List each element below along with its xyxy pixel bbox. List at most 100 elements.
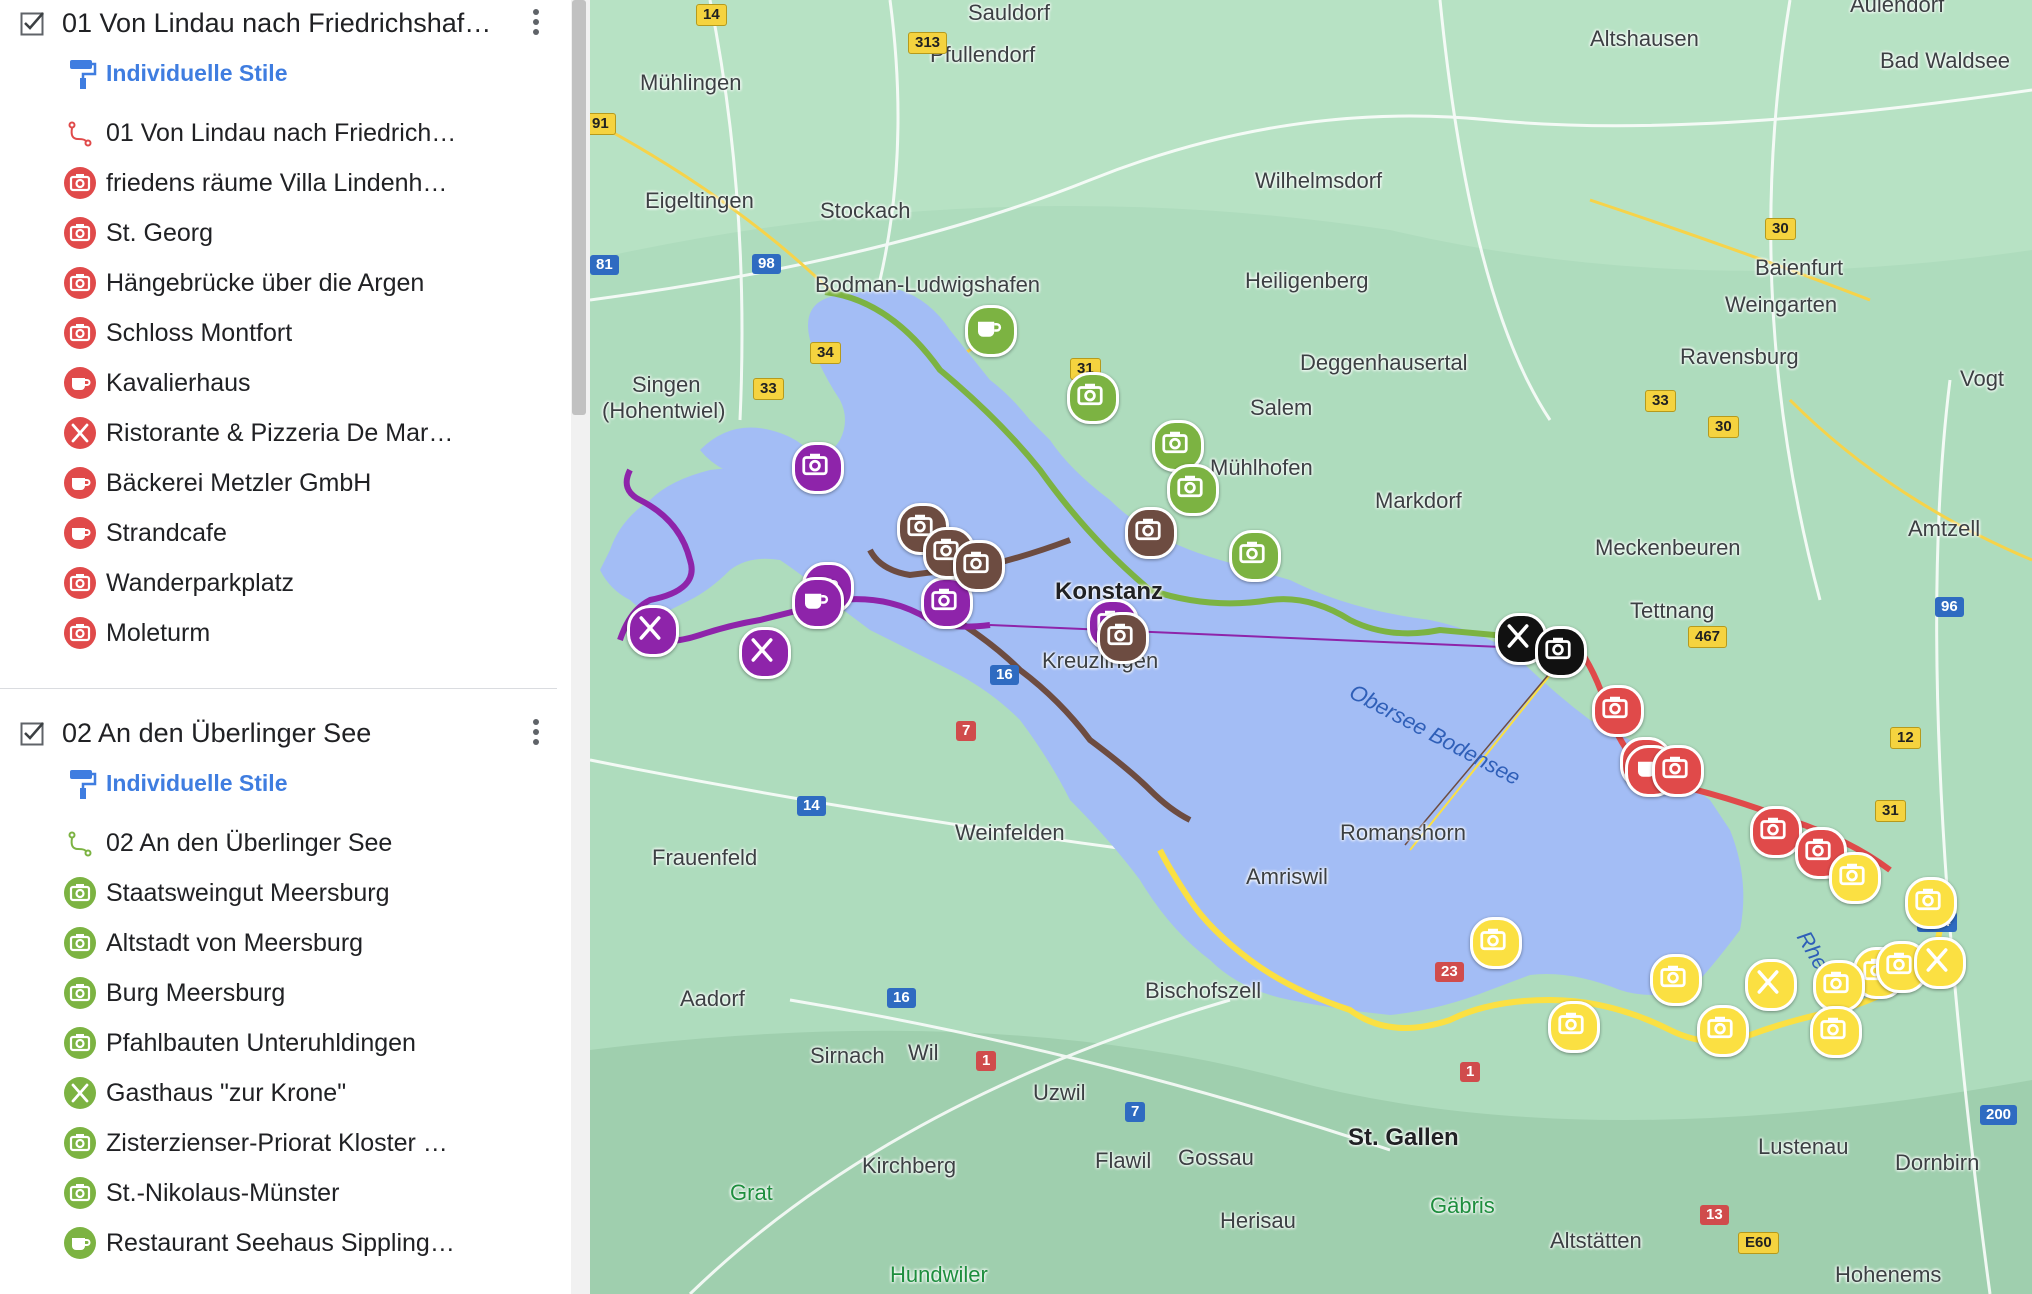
place-label: Mühlhofen bbox=[1210, 455, 1313, 480]
map-marker-camera[interactable] bbox=[1813, 960, 1865, 1012]
map-marker-cutlery[interactable] bbox=[1745, 959, 1797, 1011]
layer-2-style-row[interactable]: Individuelle Stile bbox=[0, 758, 560, 808]
place-label: Stockach bbox=[820, 198, 911, 223]
road-shield: 91 bbox=[590, 113, 616, 135]
map-marker-camera[interactable] bbox=[1697, 1005, 1749, 1057]
road-shield: 98 bbox=[752, 254, 781, 274]
map-marker-camera[interactable] bbox=[1829, 852, 1881, 904]
camera-icon bbox=[64, 567, 96, 599]
place-label: Bodman-Ludwigshafen bbox=[815, 272, 1041, 297]
list-item-label: Gasthaus "zur Krone" bbox=[106, 1079, 347, 1107]
list-item[interactable]: friedens räume Villa Lindenh… bbox=[0, 158, 560, 208]
camera-icon bbox=[64, 1127, 96, 1159]
layer-1-checkbox[interactable] bbox=[20, 10, 46, 36]
map-marker-camera[interactable] bbox=[1470, 917, 1522, 969]
place-label: Baienfurt bbox=[1755, 255, 1844, 280]
camera-icon bbox=[64, 977, 96, 1009]
map-marker-camera[interactable] bbox=[1810, 1006, 1862, 1058]
road-shield: 33 bbox=[1645, 390, 1676, 412]
road-shield: 1 bbox=[976, 1051, 997, 1071]
place-label: Heiligenberg bbox=[1245, 268, 1369, 293]
list-item[interactable]: St. Georg bbox=[0, 208, 560, 258]
place-label: Vogt bbox=[1960, 366, 2005, 391]
layer-2-options-icon[interactable] bbox=[530, 716, 542, 752]
map-canvas[interactable]: Sauldorf Aulendorf Pfullendorf Altshause… bbox=[590, 0, 2032, 1294]
map-marker-camera[interactable] bbox=[1905, 877, 1957, 929]
list-item[interactable]: Pfahlbauten Unteruhldingen bbox=[0, 1018, 560, 1068]
layer-1-style-link[interactable]: Individuelle Stile bbox=[106, 60, 287, 87]
map-marker-camera[interactable] bbox=[1548, 1001, 1600, 1053]
list-item-label: Schloss Montfort bbox=[106, 319, 293, 347]
list-item[interactable]: Strandcafe bbox=[0, 508, 560, 558]
map-marker-camera[interactable] bbox=[1125, 507, 1177, 559]
road-shield: E60 bbox=[1738, 1232, 1779, 1254]
map-marker-cup[interactable] bbox=[792, 577, 844, 629]
camera-icon bbox=[64, 927, 96, 959]
place-label: (Hohentwiel) bbox=[602, 398, 726, 423]
list-item[interactable]: Gasthaus "zur Krone" bbox=[0, 1068, 560, 1118]
map-base bbox=[590, 0, 2032, 1294]
list-item[interactable]: Kavalierhaus bbox=[0, 358, 560, 408]
camera-icon bbox=[64, 317, 96, 349]
layers-panel: 01 Von Lindau nach Friedrichshaf… Indivi… bbox=[0, 0, 590, 1294]
cup-icon bbox=[64, 367, 96, 399]
place-label: Gossau bbox=[1178, 1145, 1254, 1170]
list-item[interactable]: St.-Nikolaus-Münster bbox=[0, 1168, 560, 1218]
map-marker-camera[interactable] bbox=[1535, 626, 1587, 678]
map-marker-cutlery[interactable] bbox=[627, 605, 679, 657]
place-label: Sauldorf bbox=[968, 0, 1050, 25]
map-marker-cutlery[interactable] bbox=[739, 627, 791, 679]
layer-2-checkbox[interactable] bbox=[20, 720, 46, 746]
paint-roller-icon bbox=[70, 60, 97, 89]
layer-2-header: 02 An den Überlinger See bbox=[0, 710, 560, 758]
road-shield: 13 bbox=[1700, 1205, 1729, 1225]
place-label: Uzwil bbox=[1033, 1080, 1086, 1105]
list-item[interactable]: 01 Von Lindau nach Friedrich… bbox=[0, 108, 560, 158]
map-marker-cutlery[interactable] bbox=[1914, 937, 1966, 989]
list-item-label: Kavalierhaus bbox=[106, 369, 251, 397]
list-item[interactable]: Burg Meersburg bbox=[0, 968, 560, 1018]
layer-1-title[interactable]: 01 Von Lindau nach Friedrichshaf… bbox=[62, 8, 512, 39]
list-item[interactable]: Altstadt von Meersburg bbox=[0, 918, 560, 968]
place-label: Markdorf bbox=[1375, 488, 1462, 513]
list-item-label: Strandcafe bbox=[106, 519, 227, 547]
map-marker-cup[interactable] bbox=[965, 305, 1017, 357]
list-item[interactable]: Staatsweingut Meersburg bbox=[0, 868, 560, 918]
list-item-label: Bäckerei Metzler GmbH bbox=[106, 469, 372, 497]
map-marker-camera[interactable] bbox=[1592, 685, 1644, 737]
layer-2-title[interactable]: 02 An den Überlinger See bbox=[62, 718, 512, 749]
list-item[interactable]: Zisterzienser-Priorat Kloster … bbox=[0, 1118, 560, 1168]
sidebar-scroll-thumb[interactable] bbox=[572, 0, 586, 415]
map-marker-camera[interactable] bbox=[1650, 954, 1702, 1006]
map-marker-camera[interactable] bbox=[1167, 464, 1219, 516]
map-marker-camera[interactable] bbox=[1097, 612, 1149, 664]
list-item[interactable]: Moleturm bbox=[0, 608, 560, 658]
place-label: Weinfelden bbox=[955, 820, 1065, 845]
list-item[interactable]: 02 An den Überlinger See bbox=[0, 818, 560, 868]
layer-1-items: 01 Von Lindau nach Friedrich… friedens rä… bbox=[0, 108, 560, 658]
list-item[interactable]: Wanderparkplatz bbox=[0, 558, 560, 608]
map-marker-camera[interactable] bbox=[792, 442, 844, 494]
place-label: Herisau bbox=[1220, 1208, 1296, 1233]
map-marker-camera[interactable] bbox=[953, 540, 1005, 592]
map-marker-camera[interactable] bbox=[1652, 745, 1704, 797]
layer-2-style-link[interactable]: Individuelle Stile bbox=[106, 770, 287, 797]
list-item-label: 02 An den Überlinger See bbox=[106, 829, 393, 857]
list-item[interactable]: Restaurant Seehaus Sippling… bbox=[0, 1218, 560, 1268]
map-marker-camera[interactable] bbox=[1067, 372, 1119, 424]
place-label: Eigeltingen bbox=[645, 188, 754, 213]
layer-1-style-row[interactable]: Individuelle Stile bbox=[0, 48, 560, 98]
list-item[interactable]: Bäckerei Metzler GmbH bbox=[0, 458, 560, 508]
place-label: Amriswil bbox=[1246, 864, 1328, 889]
route-icon bbox=[64, 117, 96, 149]
map-marker-camera[interactable] bbox=[1229, 530, 1281, 582]
camera-icon bbox=[64, 167, 96, 199]
list-item[interactable]: Ristorante & Pizzeria De Mar… bbox=[0, 408, 560, 458]
place-label: Sirnach bbox=[810, 1043, 885, 1068]
list-item[interactable]: Hängebrücke über die Argen bbox=[0, 258, 560, 308]
list-item[interactable]: Schloss Montfort bbox=[0, 308, 560, 358]
road-shield: 30 bbox=[1765, 218, 1796, 240]
layer-1-options-icon[interactable] bbox=[530, 6, 542, 42]
city-label: St. Gallen bbox=[1348, 1124, 1459, 1151]
place-label: Singen bbox=[632, 372, 701, 397]
